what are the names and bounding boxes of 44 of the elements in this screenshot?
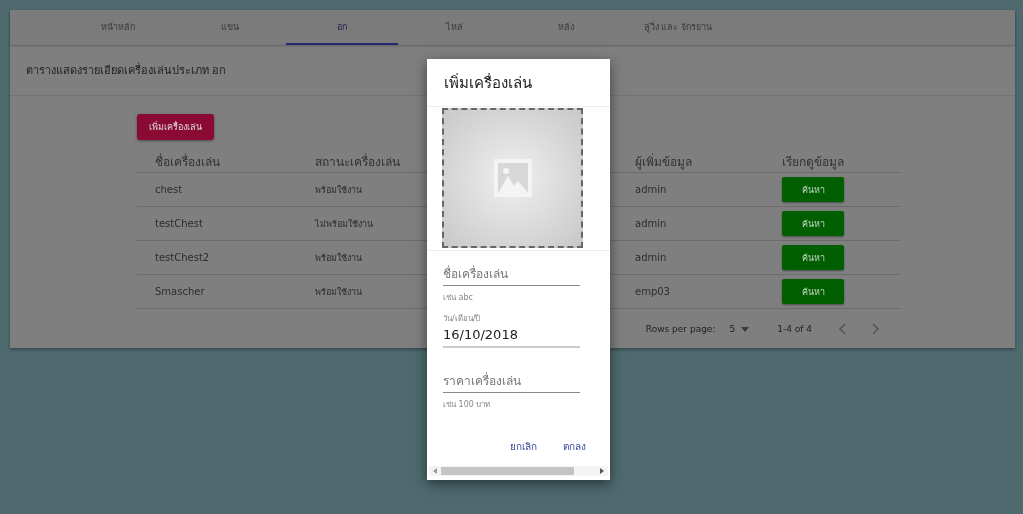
previous-page-icon[interactable] [838, 323, 846, 335]
column-header: ชื่อเครื่องเล่น [154, 152, 221, 171]
search-button[interactable]: ค้นหา [782, 245, 844, 270]
column-header: เรียกดูข้อมูล [782, 153, 845, 171]
equipment-name-field[interactable]: ชื่อเครื่องเล่น [443, 263, 580, 286]
column-header: สถานะเครื่องเล่น [314, 152, 401, 171]
field-hint: เช่น 100 บาท [443, 399, 492, 411]
price-field[interactable]: ราคาเครื่องเล่น [443, 370, 580, 393]
page-range: 1-4 of 4 [777, 324, 812, 334]
page-title: ตารางแสดงรายเอียดเครื่องเล่นประเภท อก [26, 61, 227, 79]
scroll-left-icon[interactable] [433, 468, 437, 474]
date-field[interactable]: 16/10/2018 [443, 325, 580, 348]
table-cell: พร้อมใช้งาน [315, 286, 362, 297]
date-field-label: วัน/เดือน/ปี [443, 313, 482, 325]
tab[interactable]: แขน [174, 10, 286, 45]
next-page-icon[interactable] [872, 323, 880, 335]
search-button[interactable]: ค้นหา [782, 211, 844, 236]
image-upload-area[interactable] [442, 108, 583, 248]
tab[interactable]: อก [286, 10, 398, 45]
table-cell: testChest2 [155, 252, 210, 263]
search-button[interactable]: ค้นหา [782, 279, 844, 304]
table-cell: admin [635, 218, 667, 229]
column-header: ผู้เพิ่มข้อมูล [634, 152, 693, 171]
caret-icon [741, 326, 750, 332]
table-cell: admin [635, 252, 667, 263]
dialog-button[interactable]: ตกลง [563, 439, 586, 454]
table-cell: emp03 [635, 286, 670, 297]
image-placeholder-icon [492, 158, 533, 198]
table-cell: Smascher [155, 286, 205, 297]
table-cell: testChest [155, 218, 203, 229]
table-cell: ไม่พร้อมใช้งาน [315, 218, 373, 229]
dialog-title: เพิ่มเครื่องเล่น [427, 59, 610, 107]
field-hint: เช่น abc [443, 292, 474, 304]
table-cell: พร้อมใช้งาน [315, 252, 362, 263]
add-equipment-button[interactable]: เพิ่มเครื่องเล่น [137, 114, 214, 140]
search-button[interactable]: ค้นหา [782, 177, 844, 202]
table-cell: chest [155, 184, 183, 195]
rows-per-page-select[interactable]: 5 [729, 324, 750, 334]
table-cell: admin [635, 184, 667, 195]
rows-per-page-label: Rows per page: [645, 324, 716, 334]
horizontal-scrollbar[interactable] [429, 466, 608, 476]
scroll-right-icon[interactable] [600, 468, 604, 474]
dialog-button[interactable]: ยกเลิก [510, 439, 537, 454]
table-cell: พร้อมใช้งาน [315, 184, 362, 195]
